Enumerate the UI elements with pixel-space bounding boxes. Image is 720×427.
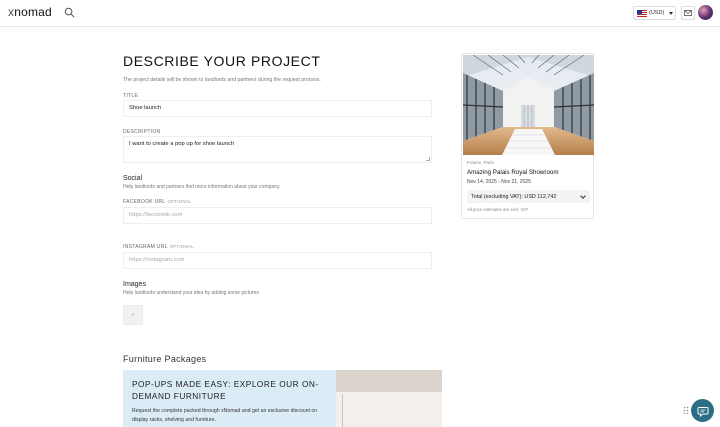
description-label: DESCRIPTION [123,129,161,135]
social-heading: Social [123,175,143,182]
instagram-label: INSTAGRAM URL OPTIONAL [123,244,194,250]
chat-icon [697,406,708,417]
listing-location: France, Paris [467,160,494,165]
add-image-button[interactable]: + [123,305,143,325]
optional-tag: OPTIONAL [169,244,194,249]
furniture-promo-banner[interactable]: POP-UPS MADE EASY: EXPLORE OUR ON-DEMAND… [123,370,442,427]
top-navbar: xnomad (USD) [0,0,720,27]
listing-dates: Nov 14, 2025 - Nov 21, 2025 [467,179,531,185]
promo-title: POP-UPS MADE EASY: EXPLORE OUR ON-DEMAND… [132,379,319,401]
images-subheading: Help landlords understand your idea by a… [123,290,259,296]
resize-handle[interactable] [426,157,430,161]
facebook-url-input[interactable]: https://facebook.com [123,207,432,224]
furniture-packages-heading: Furniture Packages [123,354,207,364]
listing-summary-card: France, Paris Amazing Palais Royal Showr… [461,53,594,219]
messages-button[interactable] [681,6,695,20]
price-total-dropdown[interactable]: Total (excluding VAT): USD 112,742 [467,190,590,203]
currency-selector[interactable]: (USD) [633,6,676,20]
showroom-image [463,55,594,155]
user-avatar[interactable] [698,5,713,20]
drag-dots-icon[interactable] [683,406,689,414]
us-flag-icon [637,9,647,17]
title-label: TITLE [123,93,139,99]
description-text: I want to create a pop up for shoe launc… [129,141,235,147]
social-subheading: Help landlords and partners find more in… [123,184,281,190]
page-title: DESCRIBE YOUR PROJECT [123,53,321,69]
chevron-down-icon [580,193,586,199]
chevron-down-icon [669,11,674,15]
listing-name[interactable]: Amazing Palais Royal Showroom [467,169,558,176]
title-input[interactable]: Shoe launch [123,100,432,117]
currency-label: (USD) [649,10,665,16]
images-heading: Images [123,281,146,288]
promo-image [336,370,442,427]
chat-button[interactable] [691,399,714,422]
promo-description: Request the complete packed through xNom… [132,408,318,423]
price-total-text: Total (excluding VAT): USD 112,742 [471,193,557,200]
instagram-url-input[interactable]: https://instagram.com [123,252,432,269]
listing-photo[interactable] [463,55,594,155]
facebook-label: FACEBOOK URL OPTIONAL [123,199,192,205]
vat-note: All price estimates are excl. VAT [467,207,529,212]
description-textarea[interactable]: I want to create a pop up for shoe launc… [123,136,432,163]
xnomad-logo[interactable]: xnomad [8,5,52,19]
search-icon[interactable] [64,7,75,18]
mail-icon [684,10,692,16]
page-subtitle: The project details will be shown to lan… [123,77,321,83]
optional-tag: OPTIONAL [167,199,192,204]
